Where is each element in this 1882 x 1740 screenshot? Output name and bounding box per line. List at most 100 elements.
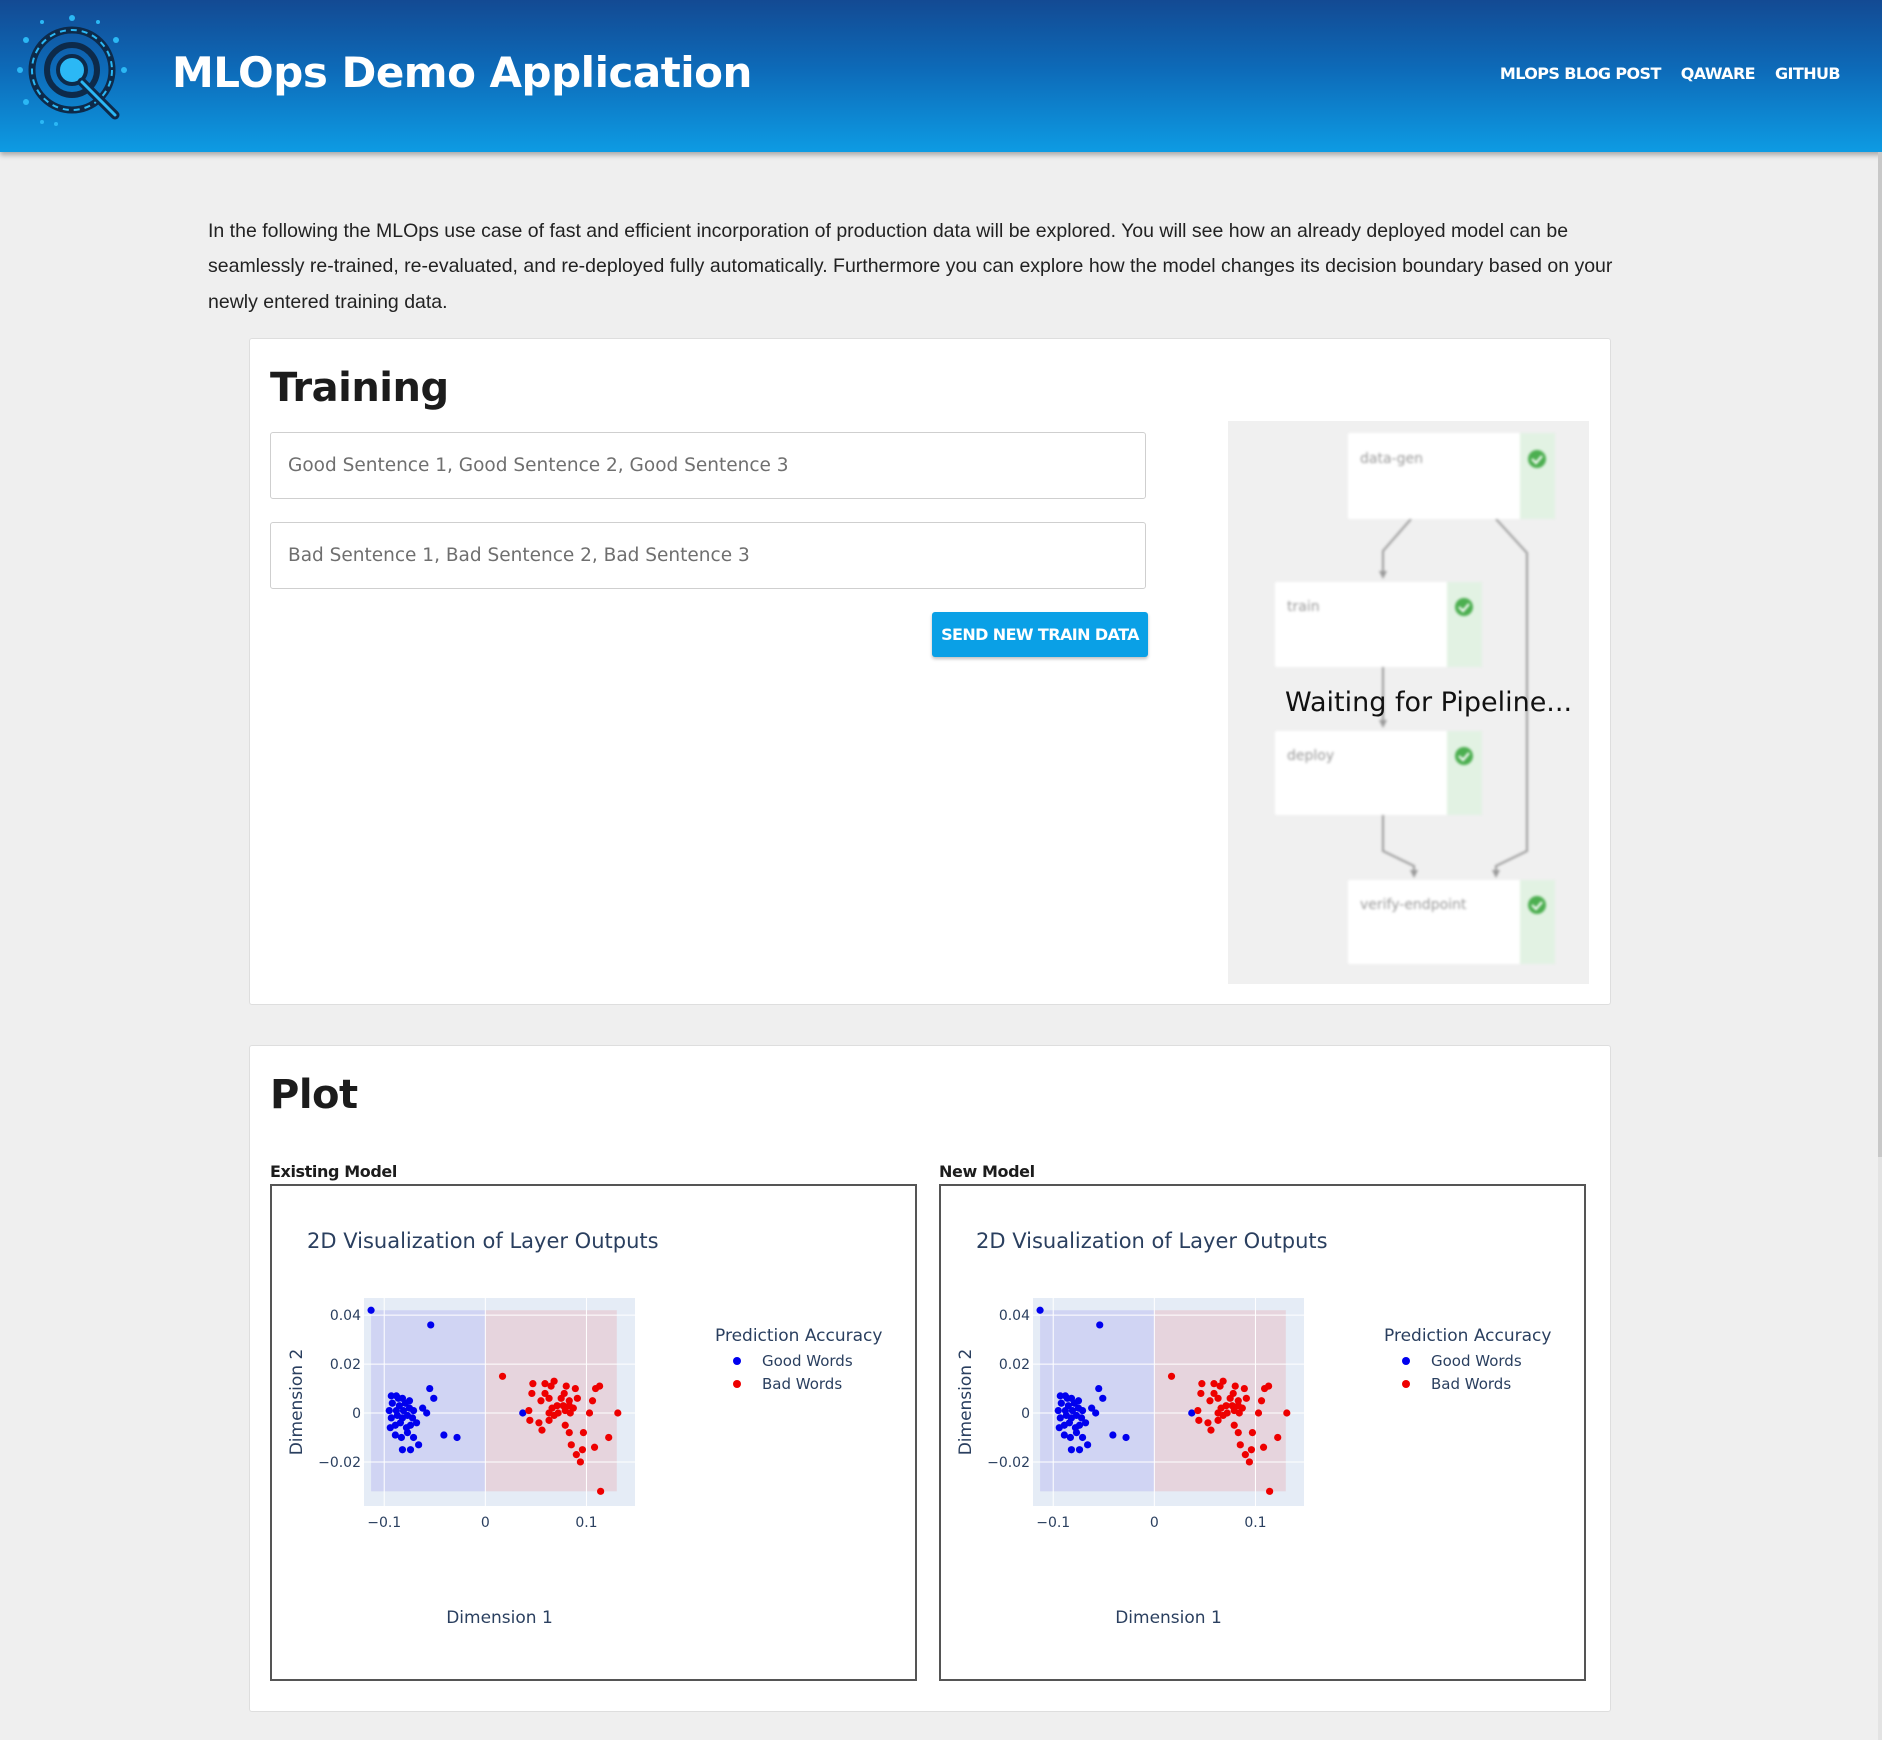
y-tick-label: 0 — [352, 1406, 361, 1422]
good-words-point — [1092, 1409, 1100, 1417]
nav-mlops-blog-post[interactable]: MLOPS BLOG POST — [1500, 64, 1661, 83]
bad-words-point — [1236, 1441, 1244, 1449]
bad-words-point — [545, 1416, 553, 1424]
top-nav: MLOPS BLOG POST QAWARE GITHUB — [1500, 64, 1841, 83]
legend-title: Prediction Accuracy — [1384, 1326, 1551, 1346]
good-sentences-input[interactable] — [270, 432, 1146, 499]
node-verify-endpoint[interactable]: verify-endpoint — [1348, 880, 1555, 964]
bad-words-point — [1235, 1409, 1243, 1417]
new-model-chart[interactable]: 2D Visualization of Layer Outputs −0.1 0 0.… — [939, 1184, 1586, 1681]
good-words-point — [1122, 1433, 1130, 1442]
y-tick-label: 0 — [1021, 1406, 1030, 1422]
good-words-point — [1081, 1419, 1090, 1427]
bad-words-point — [1207, 1426, 1215, 1434]
good-words-point — [412, 1419, 421, 1427]
bad-words-point — [1245, 1458, 1253, 1466]
bad-words-point — [535, 1419, 543, 1427]
bad-words-point — [605, 1433, 613, 1442]
bad-words-point — [590, 1443, 599, 1451]
bad-sentences-input[interactable] — [270, 522, 1146, 589]
arrow-head — [1379, 720, 1387, 728]
plot-card: Plot Existing Model 2D Visualization of … — [249, 1045, 1611, 1712]
bad-words-point — [572, 1451, 580, 1459]
legend-label: Bad Words — [1431, 1375, 1511, 1393]
bad-words-point — [597, 1487, 605, 1495]
new-model-label: New Model — [939, 1162, 1035, 1181]
bad-words-point — [1167, 1372, 1176, 1380]
send-train-data-button[interactable]: SEND NEW TRAIN DATA — [932, 612, 1148, 657]
bad-words-point — [562, 1382, 570, 1390]
good-words-point — [427, 1321, 435, 1329]
bad-words-point — [538, 1426, 546, 1434]
good-words-point — [409, 1433, 418, 1442]
good-words-point — [398, 1446, 407, 1454]
x-tick-label: 0.1 — [1244, 1515, 1266, 1531]
good-words-point — [426, 1384, 434, 1393]
good-words-point — [409, 1406, 418, 1415]
edge-deploy-verify — [1382, 815, 1415, 876]
logo-icon[interactable] — [12, 12, 132, 134]
good-words-point — [1096, 1321, 1104, 1329]
y-tick-label: 0.04 — [999, 1308, 1030, 1324]
app-title: MLOps Demo Application — [172, 48, 752, 97]
bad-words-point — [1259, 1443, 1268, 1451]
plot-title: Plot — [270, 1072, 358, 1118]
bad-words-point — [557, 1394, 565, 1402]
bad-words-point — [567, 1441, 575, 1449]
x-tick-label: 0 — [481, 1515, 490, 1531]
bad-words-point — [614, 1409, 622, 1417]
bad-words-point — [528, 1389, 536, 1398]
good-words-point — [1066, 1433, 1075, 1442]
good-words-point — [430, 1394, 438, 1402]
bad-words-point — [571, 1384, 579, 1393]
bad-words-point — [566, 1409, 574, 1417]
node-deploy[interactable]: deploy — [1275, 731, 1482, 815]
legend-label: Good Words — [762, 1352, 853, 1370]
good-words-point — [1036, 1306, 1044, 1314]
bad-words-point — [1226, 1394, 1234, 1402]
y-tick-label: −0.02 — [987, 1455, 1030, 1471]
node-data-gen[interactable]: data-gen — [1348, 433, 1555, 519]
pipeline-status: Waiting for Pipeline... — [1285, 687, 1573, 718]
good-words-point — [388, 1399, 396, 1407]
bad-words-point — [545, 1394, 553, 1402]
good-region — [371, 1310, 486, 1492]
good-words-point — [1067, 1446, 1076, 1454]
legend-marker — [733, 1357, 741, 1365]
good-words-point — [396, 1419, 405, 1427]
app-header: MLOps Demo Application MLOPS BLOG POST Q… — [0, 0, 1882, 152]
good-words-point — [415, 1441, 423, 1449]
node-train[interactable]: train — [1275, 582, 1482, 667]
legend-label: Good Words — [1431, 1352, 1522, 1370]
good-words-point — [1084, 1441, 1092, 1449]
scatter-plot[interactable]: 2D Visualization of Layer Outputs −0.1 0 0.… — [941, 1186, 1584, 1679]
node-label: deploy — [1287, 748, 1334, 764]
good-words-point — [1109, 1431, 1117, 1439]
scrollbar-thumb[interactable] — [1878, 152, 1882, 1157]
x-axis-label: Dimension 1 — [446, 1608, 553, 1628]
good-words-point — [397, 1433, 406, 1442]
scatter-plot[interactable]: 2D Visualization of Layer Outputs −0.1 0 0.… — [272, 1186, 915, 1679]
good-words-point — [423, 1409, 431, 1417]
bad-words-point — [1265, 1382, 1273, 1390]
chart-title: 2D Visualization of Layer Outputs — [307, 1229, 659, 1253]
bad-words-point — [1198, 1380, 1206, 1388]
nav-github[interactable]: GITHUB — [1775, 64, 1841, 83]
bad-words-point — [1204, 1419, 1212, 1427]
bad-words-point — [1234, 1428, 1242, 1437]
legend-marker — [1402, 1357, 1410, 1365]
y-tick-label: 0.04 — [330, 1308, 361, 1324]
nav-qaware[interactable]: QAWARE — [1681, 64, 1756, 83]
bad-words-point — [1194, 1406, 1202, 1415]
bad-words-point — [1242, 1394, 1250, 1402]
bad-words-point — [1254, 1409, 1263, 1417]
x-tick-label: 0.1 — [575, 1515, 597, 1531]
bad-words-point — [576, 1458, 584, 1466]
bad-words-point — [1214, 1416, 1222, 1424]
arrow-head — [1410, 870, 1418, 878]
y-axis-label: Dimension 2 — [287, 1349, 307, 1456]
bad-words-point — [1241, 1451, 1249, 1459]
existing-model-chart[interactable]: 2D Visualization of Layer Outputs −0.1 0 0.… — [270, 1184, 917, 1681]
chart-title: 2D Visualization of Layer Outputs — [976, 1229, 1328, 1253]
bad-words-point — [1240, 1384, 1248, 1393]
